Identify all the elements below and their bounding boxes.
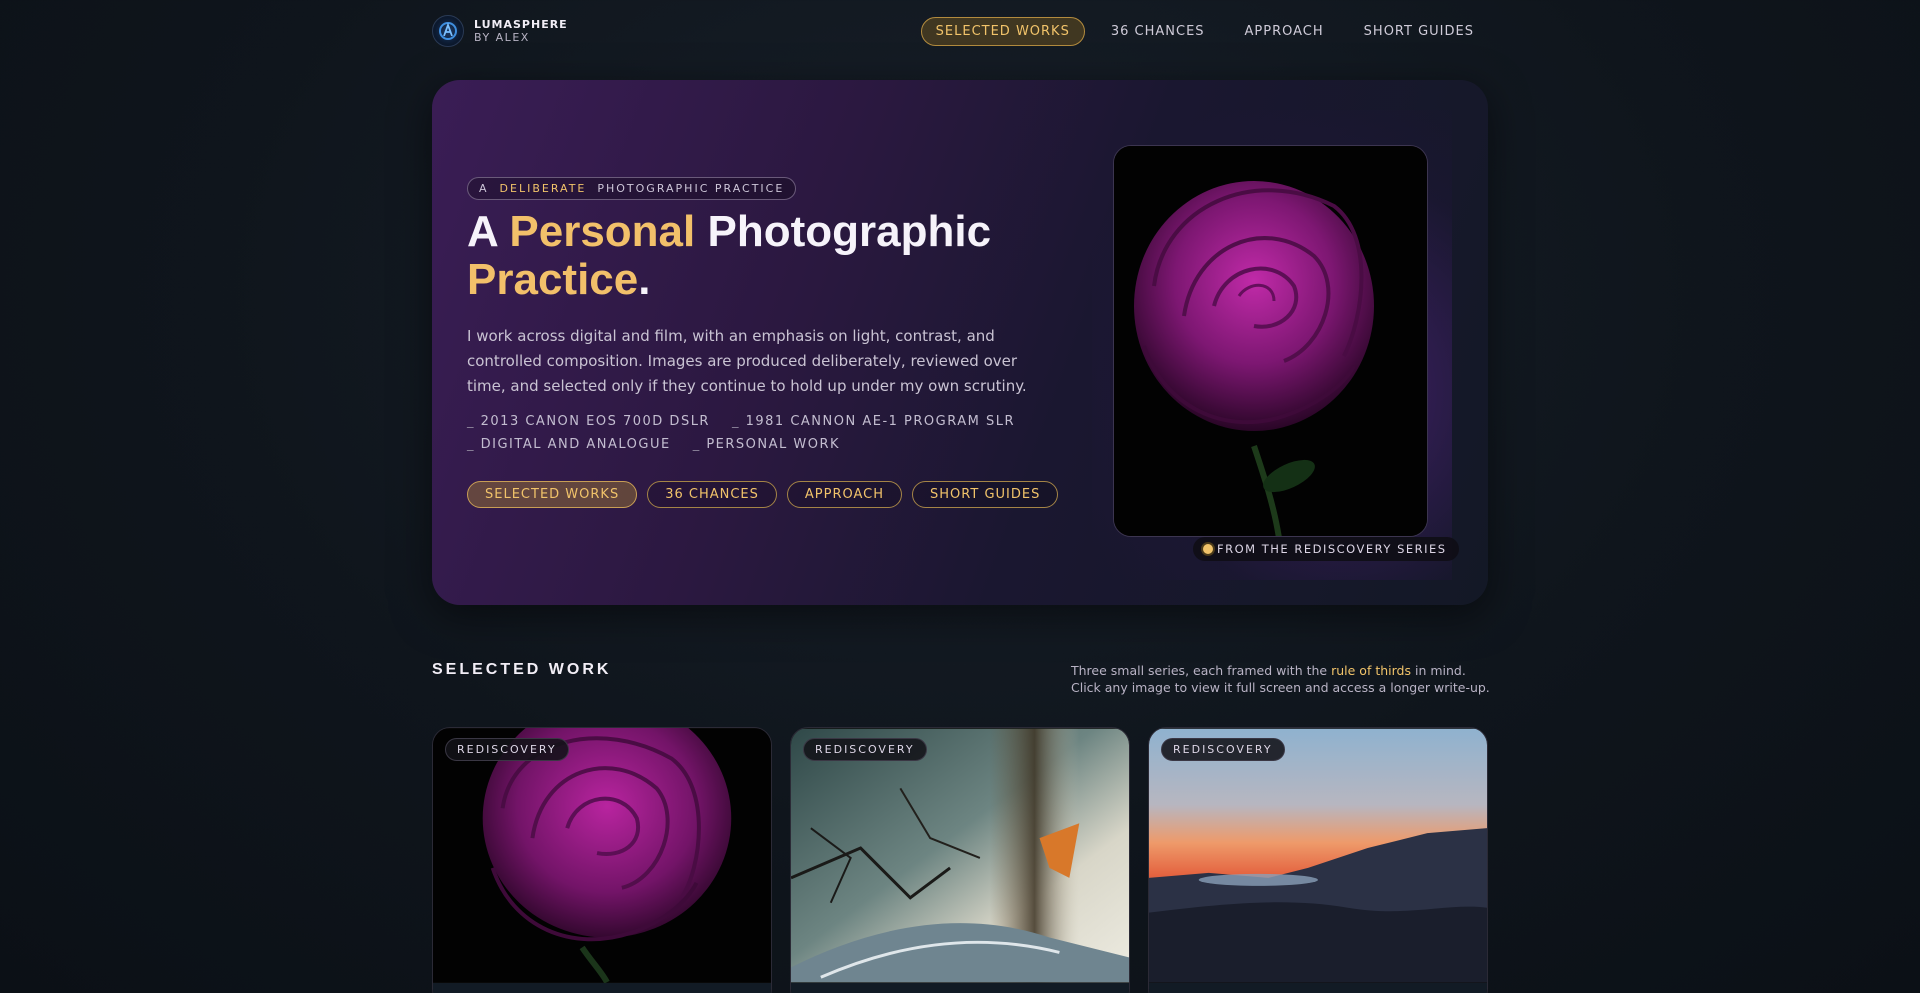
hero-title: A Personal Photographic Practice. [467,208,1027,304]
work-cards: REDISCOVERY REDISCOVERY REDISCOVERY [432,727,1488,993]
hero-description: I work across digital and film, with an … [467,327,1027,395]
work-card-glass[interactable]: REDISCOVERY [790,727,1130,993]
section-description: Three small series, each framed with the… [1071,662,1491,696]
title-part-personal: Personal [509,207,696,256]
hero-buttons: SELECTED WORKS 36 CHANCES APPROACH SHORT… [467,481,1059,508]
top-nav: LUMASPHERE BY ALEX SELECTED WORKS 36 CHA… [432,14,1488,48]
desc-before: Three small series, each framed with the [1071,663,1328,678]
approach-button[interactable]: APPROACH [786,481,903,508]
series-badge: REDISCOVERY [1161,738,1285,761]
nav-selected-works[interactable]: SELECTED WORKS [920,16,1085,46]
hero-panel: A DELIBERATE PHOTOGRAPHIC PRACTICE A Per… [432,80,1488,605]
sunset-thumbnail [1149,728,1487,983]
title-part-practice: Practice [467,255,639,304]
brand-name: LUMASPHERE [474,18,568,31]
tag-item: 1981 CANNON AE-1 PROGRAM SLR [732,414,1015,429]
caption-dot-icon [1203,544,1213,554]
title-part-photographic: Photographic [707,207,992,256]
caption-text: FROM THE REDISCOVERY SERIES [1217,542,1447,556]
series-badge: REDISCOVERY [803,738,927,761]
nav-approach[interactable]: APPROACH [1231,18,1338,45]
section-title: SELECTED WORK [432,661,612,678]
tag-item: PERSONAL WORK [693,437,840,452]
title-part-a: A [467,207,498,256]
nav-links: SELECTED WORKS 36 CHANCES APPROACH SHORT… [920,16,1488,46]
selected-works-button[interactable]: SELECTED WORKS [467,481,638,508]
brand[interactable]: LUMASPHERE BY ALEX [432,15,568,47]
card-footer [791,983,1129,993]
tag-item: DIGITAL AND ANALOGUE [467,437,671,452]
title-period: . [638,255,651,304]
tag-item: 2013 CANON EOS 700D DSLR [467,414,710,429]
eyebrow-suffix: PHOTOGRAPHIC PRACTICE [597,182,785,195]
work-card-sunset[interactable]: REDISCOVERY [1148,727,1488,993]
hero-eyebrow: A DELIBERATE PHOTOGRAPHIC PRACTICE [467,177,797,200]
36-chances-button[interactable]: 36 CHANCES [647,481,777,508]
brand-subtitle: BY ALEX [474,31,530,44]
nav-short-guides[interactable]: SHORT GUIDES [1350,18,1488,45]
image-caption: FROM THE REDISCOVERY SERIES [1193,537,1459,561]
glass-thumbnail [791,728,1129,983]
work-card-rose[interactable]: REDISCOVERY [432,727,772,993]
hero-rose-image[interactable] [1113,145,1428,537]
aperture-logo-icon [432,15,464,47]
nav-36-chances[interactable]: 36 CHANCES [1097,18,1219,45]
series-badge: REDISCOVERY [445,738,569,761]
rose-thumbnail [433,728,771,983]
eyebrow-prefix: A [479,182,489,195]
short-guides-button[interactable]: SHORT GUIDES [912,481,1059,508]
rule-of-thirds-highlight: rule of thirds [1331,663,1411,678]
eyebrow-emphasis: DELIBERATE [499,182,587,195]
card-footer [1149,983,1487,993]
card-footer [433,983,771,993]
hero-tags: 2013 CANON EOS 700D DSLR 1981 CANNON AE-… [467,414,1067,452]
